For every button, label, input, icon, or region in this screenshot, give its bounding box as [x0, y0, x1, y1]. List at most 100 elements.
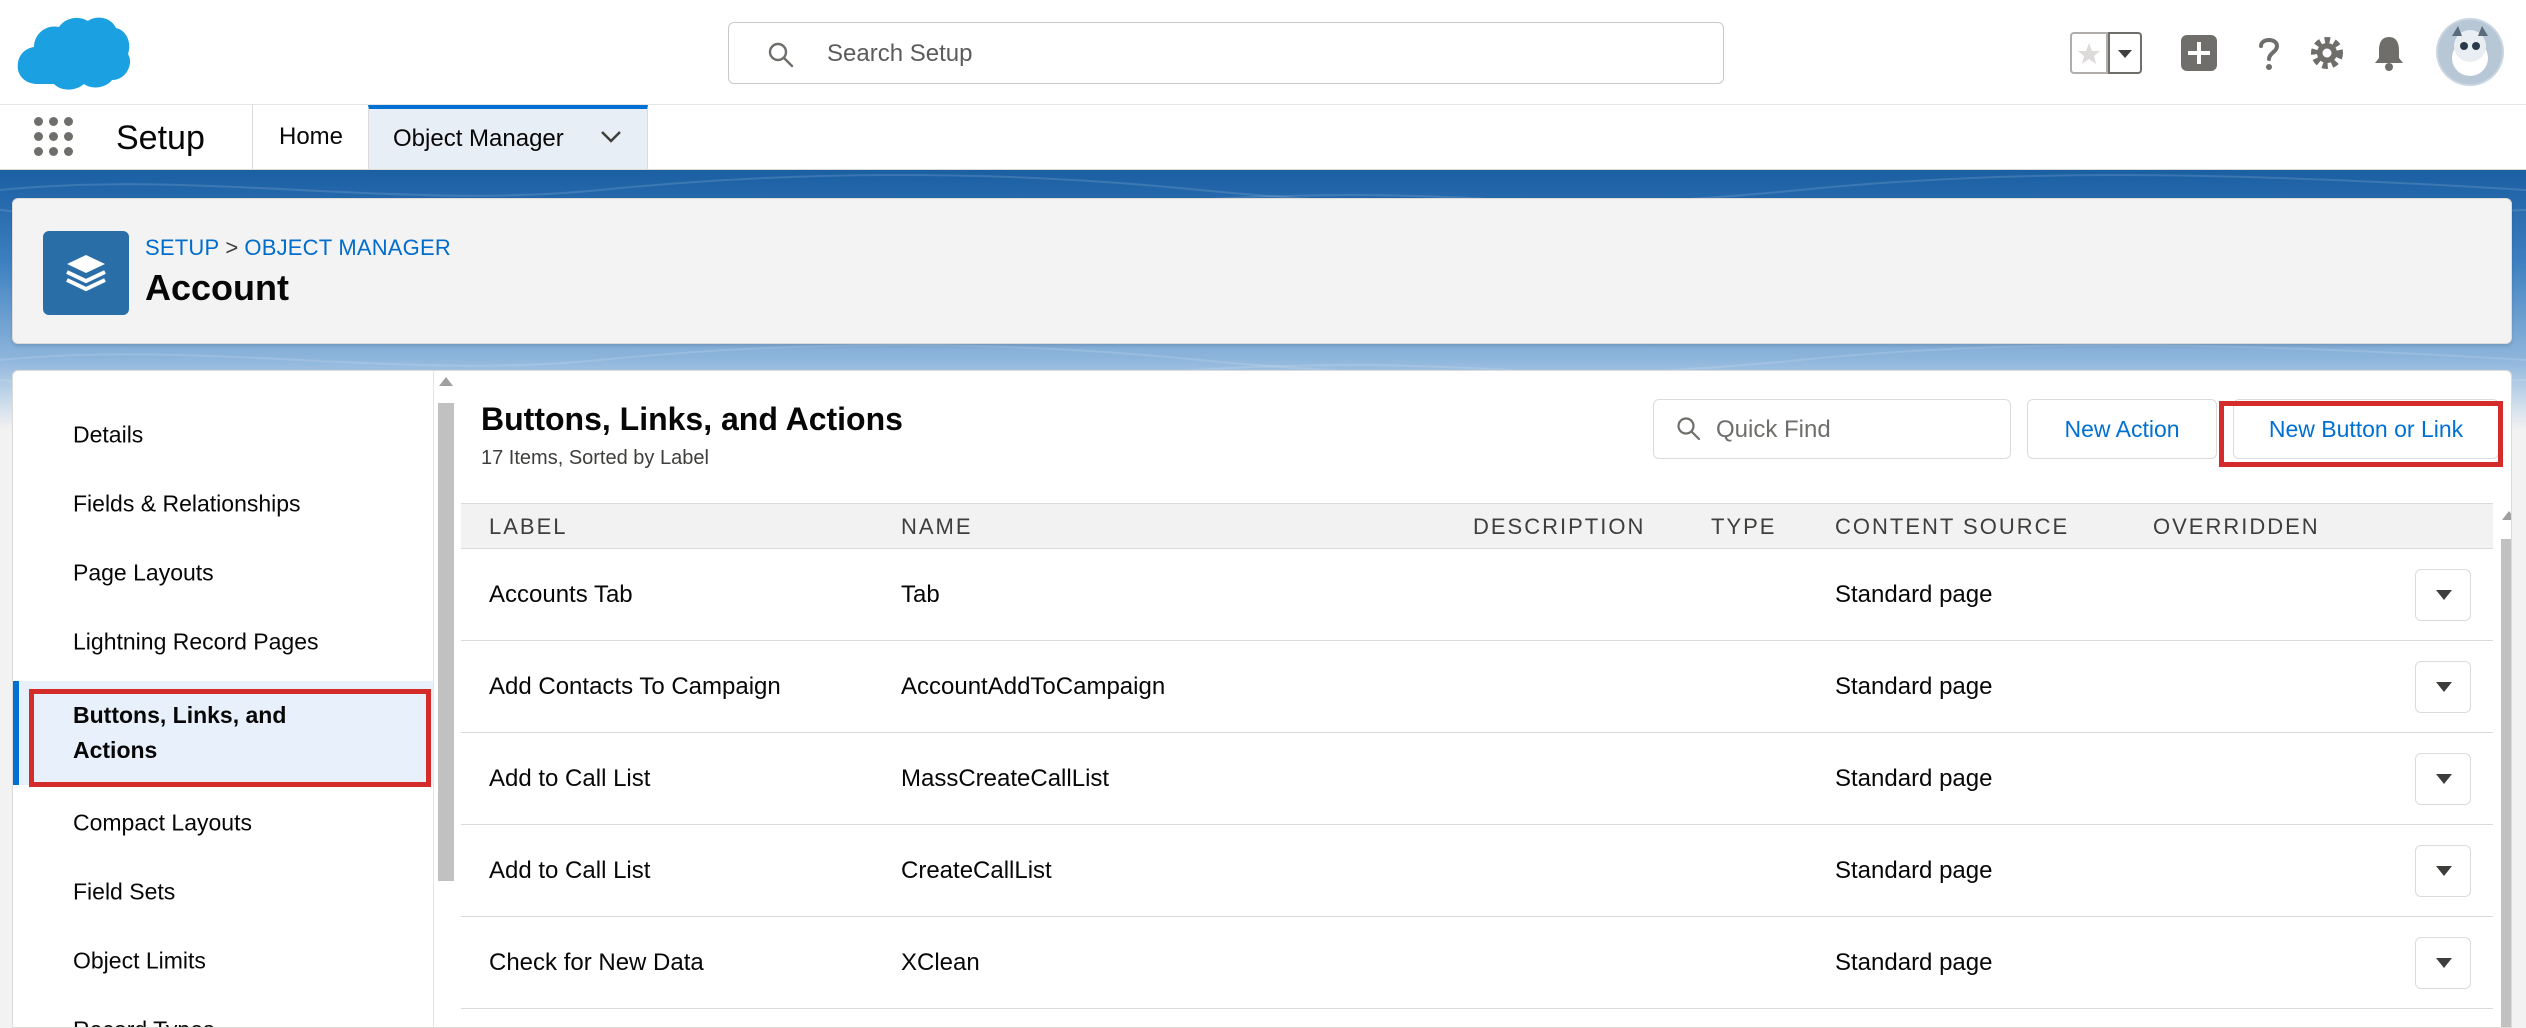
sidebar-item-field-sets[interactable]: Field Sets [13, 858, 433, 926]
gear-icon[interactable] [2306, 32, 2348, 74]
tab-home[interactable]: Home [254, 105, 368, 169]
table-row: Add Contacts To Campaign AccountAddToCam… [461, 641, 2493, 733]
column-header-description[interactable]: DESCRIPTION [1473, 514, 1645, 540]
cell-content-source: Standard page [1835, 949, 1993, 976]
column-header-type[interactable]: TYPE [1711, 514, 1776, 540]
cell-content-source: Standard page [1835, 581, 1993, 608]
page-title: Account [145, 267, 289, 308]
sidebar-item-fields-relationships[interactable]: Fields & Relationships [13, 470, 433, 538]
sidebar-item-page-layouts[interactable]: Page Layouts [13, 539, 433, 607]
row-actions-button[interactable] [2415, 845, 2471, 897]
column-header-overridden[interactable]: OVERRIDDEN [2153, 514, 2320, 540]
breadcrumb-separator: > [225, 235, 239, 260]
chevron-down-icon[interactable] [599, 129, 623, 145]
cell-content-source: Standard page [1835, 857, 1993, 884]
sidebar-item-compact-layouts[interactable]: Compact Layouts [13, 789, 433, 857]
caret-down-icon [2436, 682, 2452, 692]
cell-label[interactable]: Check for New Data [489, 949, 704, 977]
content-card: Details Fields & Relationships Page Layo… [12, 370, 2512, 1028]
global-header [0, 0, 2526, 104]
column-header-name[interactable]: NAME [901, 514, 973, 540]
tab-object-manager[interactable]: Object Manager [368, 105, 648, 169]
nav-divider [252, 105, 253, 171]
sidebar-item-label: Page Layouts [73, 559, 214, 586]
sidebar-item-label: Compact Layouts [73, 809, 252, 836]
cell-content-source: Standard page [1835, 673, 1993, 700]
sidebar-item-label: Field Sets [73, 878, 176, 905]
caret-down-icon [2436, 590, 2452, 600]
row-actions-button[interactable] [2415, 937, 2471, 989]
favorites-list-button[interactable] [2108, 32, 2142, 74]
sidebar-item-label: Fields & Relationships [73, 490, 301, 517]
main-panel: Buttons, Links, and Actions 17 Items, So… [461, 371, 2511, 1027]
add-icon[interactable] [2178, 32, 2220, 74]
salesforce-cloud-logo[interactable] [16, 14, 130, 94]
cell-name: MassCreateCallList [901, 765, 1110, 792]
app-launcher-icon[interactable] [34, 117, 74, 157]
sidebar-item-label: Details [73, 421, 144, 448]
sidebar-scrollbar[interactable] [433, 371, 458, 1027]
cell-name: Tab [901, 581, 940, 608]
chevron-down-icon [2118, 50, 2132, 58]
cell-name: AccountAddToCampaign [901, 673, 1166, 700]
table-row: Accounts Tab Tab Standard page [461, 549, 2493, 641]
caret-down-icon [2436, 958, 2452, 968]
object-sidebar: Details Fields & Relationships Page Layo… [13, 371, 433, 1028]
quick-find-input[interactable] [1714, 408, 1998, 452]
row-actions-button[interactable] [2415, 661, 2471, 713]
breadcrumb: SETUP > OBJECT MANAGER [145, 235, 451, 261]
annotation-highlight-sidebar [29, 689, 431, 787]
search-icon [1677, 417, 1701, 441]
cell-label[interactable]: Accounts Tab [489, 581, 633, 609]
avatar[interactable] [2436, 18, 2504, 86]
cell-content-source: Standard page [1835, 765, 1993, 792]
sidebar-item-object-limits[interactable]: Object Limits [13, 927, 433, 995]
tab-object-manager-label: Object Manager [393, 125, 564, 152]
search-setup-input[interactable] [825, 31, 1689, 77]
search-icon [768, 42, 794, 68]
cell-label[interactable]: Add to Call List [489, 765, 650, 793]
sidebar-item-label: Record Types [73, 1013, 393, 1028]
quick-find-box[interactable] [1653, 399, 2011, 459]
favorites-group [2070, 32, 2150, 74]
search-setup-box[interactable] [728, 22, 1724, 84]
sidebar-item-details[interactable]: Details [13, 401, 433, 469]
table-scrollbar[interactable] [2497, 503, 2511, 1027]
app-name: Setup [116, 119, 205, 157]
cell-name: CreateCallList [901, 857, 1052, 884]
favorites-button[interactable] [2070, 32, 2108, 74]
bell-icon[interactable] [2368, 32, 2410, 74]
table-header: LABEL NAME DESCRIPTION TYPE CONTENT SOUR… [461, 503, 2493, 549]
caret-down-icon [2436, 774, 2452, 784]
breadcrumb-object-manager-link[interactable]: OBJECT MANAGER [244, 235, 451, 260]
section-subtitle: 17 Items, Sorted by Label [481, 447, 709, 469]
column-header-label[interactable]: LABEL [489, 514, 568, 540]
up-arrow-icon[interactable] [2502, 511, 2511, 520]
breadcrumb-setup-link[interactable]: SETUP [145, 235, 219, 260]
table-row: Add to Call List MassCreateCallList Stan… [461, 733, 2493, 825]
app-nav-bar: Setup Home Object Manager [0, 104, 2526, 171]
annotation-highlight-button [2219, 401, 2503, 467]
object-layers-icon [43, 231, 129, 315]
column-header-content-source[interactable]: CONTENT SOURCE [1835, 514, 2069, 540]
astro-avatar-icon [2438, 20, 2502, 84]
sidebar-item-record-types[interactable]: Record Types [13, 996, 433, 1028]
sidebar-item-lightning-record-pages[interactable]: Lightning Record Pages [13, 608, 433, 676]
table-row: Add to Call List CreateCallList Standard… [461, 825, 2493, 917]
row-actions-button[interactable] [2415, 569, 2471, 621]
help-icon[interactable] [2248, 32, 2290, 74]
scrollbar-thumb[interactable] [438, 403, 454, 881]
star-icon [2078, 43, 2100, 64]
new-action-button[interactable]: New Action [2027, 399, 2217, 459]
section-title: Buttons, Links, and Actions [481, 401, 903, 437]
scrollbar-thumb[interactable] [2501, 539, 2511, 1027]
cell-name: XClean [901, 949, 980, 976]
row-actions-button[interactable] [2415, 753, 2471, 805]
table-row: Check for New Data XClean Standard page [461, 917, 2493, 1009]
up-arrow-icon[interactable] [439, 377, 453, 386]
cell-label[interactable]: Add to Call List [489, 857, 650, 885]
caret-down-icon [2436, 866, 2452, 876]
cell-label[interactable]: Add Contacts To Campaign [489, 673, 781, 701]
sidebar-item-label: Lightning Record Pages [73, 628, 319, 655]
sidebar-item-label: Object Limits [73, 947, 206, 974]
